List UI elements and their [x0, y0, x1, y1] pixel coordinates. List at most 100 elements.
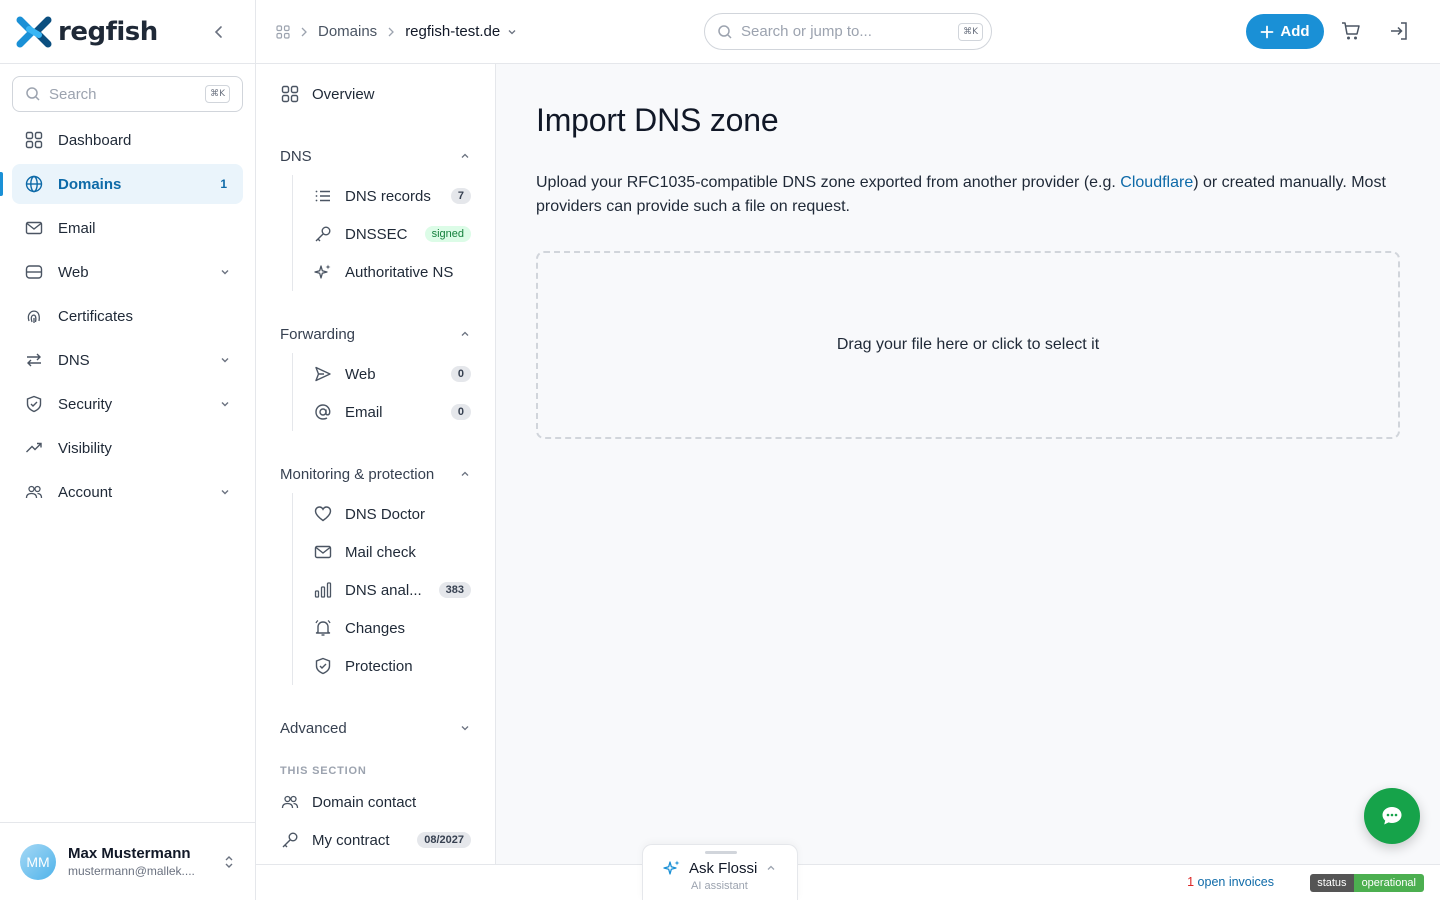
subnav-label: Web: [345, 365, 376, 383]
sidebar-item-domains[interactable]: Domains 1: [0, 164, 243, 204]
shield-check-icon: [313, 656, 333, 676]
cloudflare-link[interactable]: Cloudflare: [1120, 174, 1193, 191]
domain-switcher[interactable]: regfish-test.de: [405, 23, 518, 40]
subnav-label: Domain contact: [312, 793, 417, 811]
sidebar-item-label: Account: [58, 483, 113, 501]
sidebar-item-visibility[interactable]: Visibility: [12, 428, 243, 468]
server-icon: [24, 262, 44, 282]
description-text: Upload your RFC1035-compatible DNS zone …: [536, 174, 1121, 191]
chevron-up-icon: [459, 328, 471, 340]
subnav-label: DNS Doctor: [345, 505, 426, 523]
cart-icon[interactable]: [1340, 20, 1364, 44]
subnav-protection[interactable]: Protection: [313, 647, 471, 685]
avatar: MM: [20, 843, 56, 880]
chevron-up-icon: [459, 150, 471, 162]
brand-logo[interactable]: regfish: [16, 16, 158, 48]
assistant-header: Ask Flossi: [663, 859, 777, 877]
subnav-label: Protection: [345, 657, 413, 675]
subnav-dns-analytics[interactable]: DNS anal... 383: [313, 571, 471, 609]
breadcrumb: Domains regfish-test.de: [276, 23, 518, 40]
subnav-authoritative-ns[interactable]: Authoritative NS: [313, 253, 471, 291]
chat-button[interactable]: [1364, 788, 1420, 844]
subnav-dns-doctor[interactable]: DNS Doctor: [313, 495, 471, 533]
subnav-my-contract[interactable]: My contract 08/2027: [280, 821, 471, 859]
shortcut-hint: ⌘K: [958, 22, 983, 41]
trend-icon: [24, 438, 44, 458]
add-button[interactable]: Add: [1246, 14, 1324, 49]
chevron-right-icon: [387, 27, 395, 37]
chevron-right-icon: [300, 27, 308, 37]
subnav-changes[interactable]: Changes: [313, 609, 471, 647]
sidebar-item-email[interactable]: Email: [12, 208, 243, 248]
subnav-group-forwarding[interactable]: Forwarding: [280, 315, 471, 353]
subnav-label: Changes: [345, 619, 406, 637]
sidebar-item-dns[interactable]: DNS: [12, 340, 243, 380]
sparkles-icon: [313, 262, 333, 282]
main-nav: Dashboard Domains 1 Email Web Certificat…: [0, 120, 255, 512]
subnav-dnssec[interactable]: DNSSEC signed: [313, 215, 471, 253]
at-sign-icon: [313, 402, 333, 422]
chat-bubble-icon: [1379, 803, 1405, 829]
heart-icon: [313, 504, 333, 524]
subnav-label: DNS records: [345, 187, 431, 205]
subnav-domain-contact[interactable]: Domain contact: [280, 783, 471, 821]
chevron-down-icon: [219, 398, 231, 410]
section-label: THIS SECTION: [280, 765, 367, 777]
chevron-up-icon: [459, 468, 471, 480]
subnav-label: Authoritative NS: [345, 263, 454, 281]
drag-handle[interactable]: [705, 851, 737, 854]
logo-row: regfish: [0, 0, 255, 64]
logout-icon[interactable]: [1388, 20, 1412, 44]
subnav-dns-records[interactable]: DNS records 7: [313, 177, 471, 215]
count-badge: 383: [438, 582, 471, 598]
sidebar-item-security[interactable]: Security: [12, 384, 243, 424]
status-badge[interactable]: status operational: [1310, 874, 1424, 892]
search-icon: [717, 24, 733, 40]
collapse-sidebar-button[interactable]: [207, 20, 231, 44]
footer: 1 open invoices status operational: [256, 864, 1440, 900]
subnav-forwarding-web[interactable]: Web 0: [313, 355, 471, 393]
subnav-group-monitoring[interactable]: Monitoring & protection: [280, 455, 471, 493]
global-search-placeholder: Search or jump to...: [741, 23, 872, 40]
assistant-title: Ask Flossi: [689, 859, 758, 877]
search-icon: [26, 87, 40, 101]
sidebar-item-web[interactable]: Web: [12, 252, 243, 292]
subnav-group-advanced[interactable]: Advanced: [280, 709, 471, 747]
chevron-down-icon: [506, 26, 518, 38]
chevron-up-icon: [765, 862, 777, 874]
page-title: Import DNS zone: [536, 102, 779, 138]
group-title: DNS: [280, 147, 312, 165]
global-search[interactable]: Search or jump to... ⌘K: [704, 13, 992, 50]
ai-assistant-panel[interactable]: Ask Flossi AI assistant: [642, 844, 798, 900]
subnav-mail-check[interactable]: Mail check: [313, 533, 471, 571]
shortcut-hint: ⌘K: [205, 85, 230, 103]
sidebar: regfish Search ⌘K Dashboard Domains 1 Em…: [0, 0, 256, 900]
status-value: operational: [1353, 874, 1424, 892]
open-invoices-link[interactable]: 1 open invoices: [1187, 875, 1274, 889]
subnav-group-dns[interactable]: DNS: [280, 137, 471, 175]
user-name: Max Mustermann: [68, 845, 191, 862]
users-icon: [280, 792, 300, 812]
send-icon: [313, 364, 333, 384]
sidebar-item-label: Web: [58, 263, 89, 281]
contract-badge: 08/2027: [417, 832, 471, 848]
subnav-label: Mail check: [345, 543, 416, 561]
add-button-label: Add: [1280, 23, 1310, 40]
status-key: status: [1310, 874, 1354, 892]
apps-grid-icon[interactable]: [276, 24, 290, 39]
user-menu[interactable]: MM Max Mustermann mustermann@mallek....: [0, 822, 255, 900]
sidebar-item-certificates[interactable]: Certificates: [12, 296, 243, 336]
breadcrumb-domains[interactable]: Domains: [318, 23, 377, 40]
file-dropzone[interactable]: Drag your file here or click to select i…: [536, 251, 1400, 439]
user-info: Max Mustermann mustermann@mallek....: [68, 845, 211, 878]
sidebar-search[interactable]: Search ⌘K: [12, 76, 243, 112]
group-title: Forwarding: [280, 325, 356, 343]
sidebar-item-label: Email: [58, 219, 96, 237]
sidebar-item-dashboard[interactable]: Dashboard: [12, 120, 243, 160]
sidebar-search-placeholder: Search: [49, 85, 97, 103]
users-icon: [24, 482, 44, 502]
subnav-forwarding-email[interactable]: Email 0: [313, 393, 471, 431]
sidebar-item-account[interactable]: Account: [12, 472, 243, 512]
count-badge: 7: [450, 188, 471, 204]
subnav-overview[interactable]: Overview: [280, 75, 471, 113]
